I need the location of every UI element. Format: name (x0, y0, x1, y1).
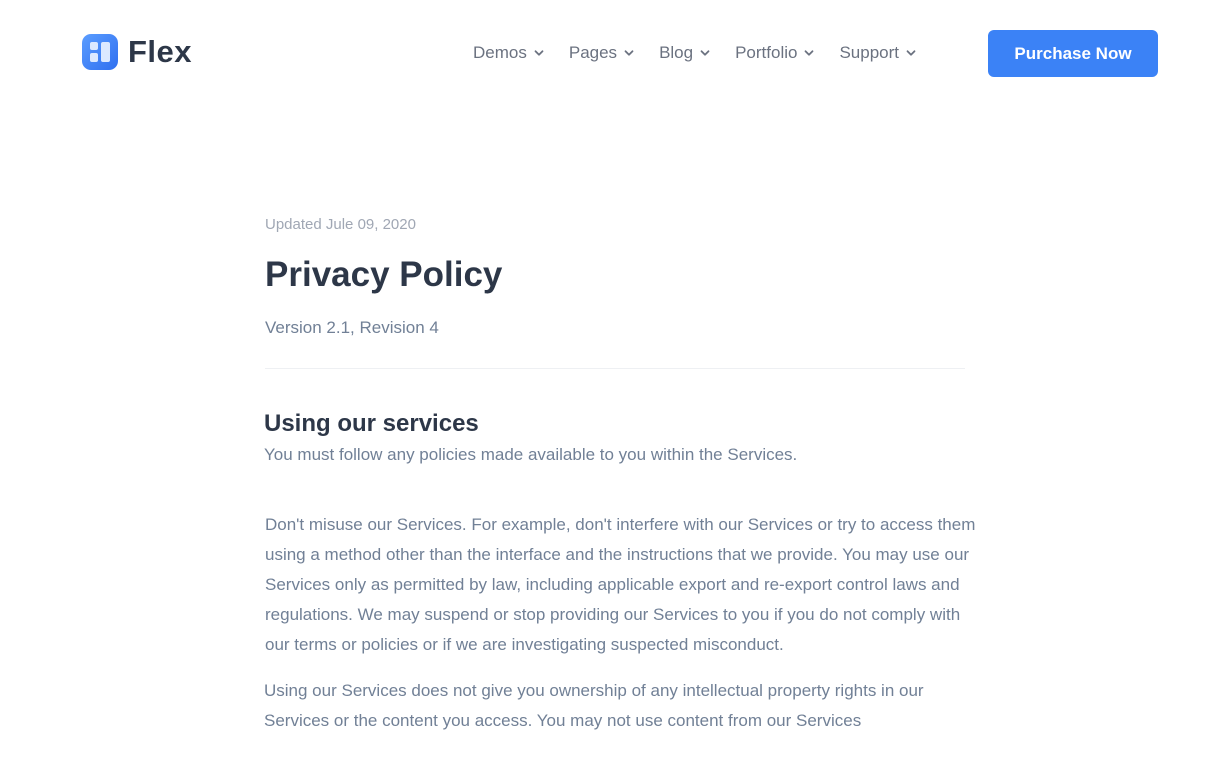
nav-item-blog[interactable]: Blog (659, 43, 710, 63)
purchase-now-button[interactable]: Purchase Now (988, 30, 1158, 77)
updated-date: Updated Jule 09, 2020 (265, 216, 416, 233)
divider (265, 368, 965, 369)
chevron-down-icon (906, 48, 916, 58)
chevron-down-icon (534, 48, 544, 58)
site-header: Flex Demos Pages Blog Portfolio Support … (0, 0, 1232, 106)
article-paragraph: Don't misuse our Services. For example, … (265, 515, 976, 654)
logo[interactable]: Flex (82, 34, 192, 70)
nav-item-support[interactable]: Support (839, 43, 916, 63)
section-subtitle: You must follow any policies made availa… (264, 445, 798, 464)
article-paragraph: Using our Services does not give you own… (264, 681, 924, 730)
nav-item-label: Blog (659, 43, 694, 62)
page-title: Privacy Policy (265, 255, 503, 294)
main-nav: Demos Pages Blog Portfolio Support (473, 41, 916, 65)
section-title: Using our services (264, 410, 479, 437)
chevron-down-icon (624, 48, 634, 58)
chevron-down-icon (804, 48, 814, 58)
logo-text: Flex (128, 34, 193, 69)
nav-item-portfolio[interactable]: Portfolio (735, 43, 814, 63)
article: Updated Jule 09, 2020 Privacy Policy Ver… (264, 214, 985, 736)
version-label: Version 2.1, Revision 4 (265, 318, 439, 337)
nav-item-label: Support (839, 43, 900, 62)
flex-logo-icon (82, 34, 118, 70)
nav-item-label: Pages (568, 43, 618, 62)
chevron-down-icon (700, 48, 710, 58)
nav-item-label: Demos (473, 43, 527, 62)
nav-item-pages[interactable]: Pages (569, 43, 634, 63)
nav-item-label: Portfolio (735, 43, 798, 62)
nav-item-demos[interactable]: Demos (473, 43, 544, 63)
